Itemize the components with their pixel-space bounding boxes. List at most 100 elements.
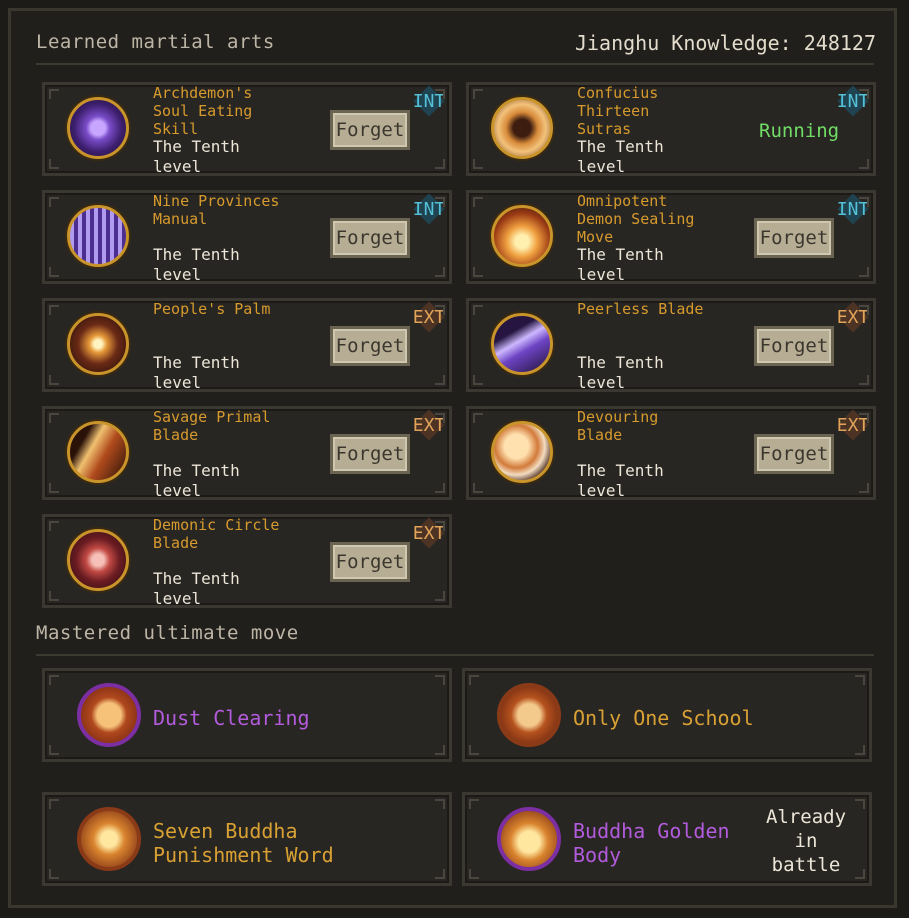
tag-label: EXT <box>412 306 446 328</box>
skill-card: Archdemon's Soul Eating Skill The Tenth l… <box>42 82 452 176</box>
violet-pillars-icon <box>67 205 129 267</box>
knowledge-label: Jianghu Knowledge: <box>574 31 804 55</box>
purple-slash-icon <box>491 313 553 375</box>
skill-card: Confucius Thirteen Sutras The Tenth level… <box>466 82 876 176</box>
divider <box>36 63 874 65</box>
frame-corner <box>469 869 479 879</box>
frame-corner <box>49 267 59 277</box>
ultimate-name: Seven Buddha Punishment Word <box>153 819 334 867</box>
skill-card: Demonic Circle Blade The Tenth level Forge… <box>42 514 452 608</box>
divider <box>36 654 874 656</box>
attribute-tag: EXT <box>409 301 449 333</box>
frame-corner <box>473 159 483 169</box>
knowledge-value: 248127 <box>803 31 876 55</box>
attribute-tag: EXT <box>409 517 449 549</box>
ultimate-name: Buddha Golden Body <box>573 819 730 867</box>
frame-corner <box>469 745 479 755</box>
tag-label: INT <box>412 198 446 220</box>
ultimate-card[interactable]: Only One School <box>462 668 872 762</box>
forget-button[interactable]: Forget <box>330 542 410 582</box>
burst-palm-icon <box>67 313 129 375</box>
flame-seal-icon <box>491 205 553 267</box>
skill-name: People's Palm <box>153 300 271 318</box>
attribute-tag: INT <box>833 193 873 225</box>
frame-corner <box>49 159 59 169</box>
skill-name: Demonic Circle Blade <box>153 516 280 552</box>
attribute-tag: EXT <box>833 301 873 333</box>
running-status: Running <box>759 120 840 142</box>
tag-label: EXT <box>412 522 446 544</box>
skill-name: Archdemon's Soul Eating Skill <box>153 84 253 138</box>
skill-card: Peerless Blade The Tenth level Forget EXT <box>466 298 876 392</box>
forget-button[interactable]: Forget <box>754 326 834 366</box>
frame-corner <box>49 745 59 755</box>
wave-crest-icon <box>77 683 141 747</box>
skill-card: Nine Provinces Manual The Tenth level Forg… <box>42 190 452 284</box>
skill-name: Savage Primal Blade <box>153 408 271 444</box>
tag-label: EXT <box>412 414 446 436</box>
ultimate-card[interactable]: Buddha Golden Body Already in battle <box>462 792 872 886</box>
frame-corner <box>435 267 445 277</box>
frame-corner <box>49 375 59 385</box>
frame-corner <box>859 159 869 169</box>
forget-button[interactable]: Forget <box>330 110 410 150</box>
frame-corner <box>435 591 445 601</box>
skill-level: The Tenth level <box>153 353 240 392</box>
frame-corner <box>435 869 445 879</box>
skill-level: The Tenth level <box>153 461 240 500</box>
tag-label: INT <box>836 90 870 112</box>
ultimate-name: Dust Clearing <box>153 706 310 730</box>
frame-corner <box>435 483 445 493</box>
attribute-tag: INT <box>409 193 449 225</box>
skill-name: Peerless Blade <box>577 300 704 318</box>
lotus-crest-icon <box>497 807 561 871</box>
forget-button[interactable]: Forget <box>754 218 834 258</box>
frame-corner <box>859 267 869 277</box>
jianghu-knowledge: Jianghu Knowledge: 248127 <box>575 31 876 55</box>
skill-level: The Tenth level <box>153 569 240 608</box>
skill-name: Nine Provinces Manual <box>153 192 280 228</box>
forget-button[interactable]: Forget <box>754 434 834 474</box>
tag-label: INT <box>412 90 446 112</box>
skill-level: The Tenth level <box>577 353 664 392</box>
attribute-tag: INT <box>409 85 449 117</box>
skill-card: Omnipotent Demon Sealing Move The Tenth l… <box>466 190 876 284</box>
tag-label: INT <box>836 198 870 220</box>
frame-corner <box>855 869 865 879</box>
frame-corner <box>473 483 483 493</box>
flaming-blade-icon <box>67 421 129 483</box>
frame-corner <box>473 375 483 385</box>
ultimate-section-title: Mastered ultimate move <box>36 622 299 644</box>
skill-level: The Tenth level <box>577 137 664 176</box>
skill-name: Devouring Blade <box>577 408 659 444</box>
sun-crest-icon <box>77 807 141 871</box>
skill-card: Devouring Blade The Tenth level Forget EXT <box>466 406 876 500</box>
tag-label: EXT <box>836 414 870 436</box>
skill-level: The Tenth level <box>153 137 240 176</box>
forget-button[interactable]: Forget <box>330 218 410 258</box>
skill-level: The Tenth level <box>153 245 240 284</box>
frame-corner <box>855 745 865 755</box>
frame-corner <box>49 483 59 493</box>
attribute-tag: EXT <box>409 409 449 441</box>
forget-button[interactable]: Forget <box>330 326 410 366</box>
forget-button[interactable]: Forget <box>330 434 410 474</box>
frame-corner <box>859 375 869 385</box>
red-spiral-icon <box>67 529 129 591</box>
attribute-tag: INT <box>833 85 873 117</box>
skill-name: Confucius Thirteen Sutras <box>577 84 659 138</box>
frame-corner <box>473 267 483 277</box>
ultimate-card[interactable]: Seven Buddha Punishment Word <box>42 792 452 886</box>
ultimate-status: Already in battle <box>765 806 847 876</box>
skill-level: The Tenth level <box>577 245 664 284</box>
frame-corner <box>435 745 445 755</box>
ultimate-card[interactable]: Dust Clearing <box>42 668 452 762</box>
learned-section-title: Learned martial arts <box>36 31 275 53</box>
meditating-sage-icon <box>491 97 553 159</box>
frame-corner <box>435 159 445 169</box>
frame-corner <box>435 375 445 385</box>
frame-corner <box>49 869 59 879</box>
skill-name: Omnipotent Demon Sealing Move <box>577 192 695 246</box>
frame-corner <box>859 483 869 493</box>
tag-label: EXT <box>836 306 870 328</box>
